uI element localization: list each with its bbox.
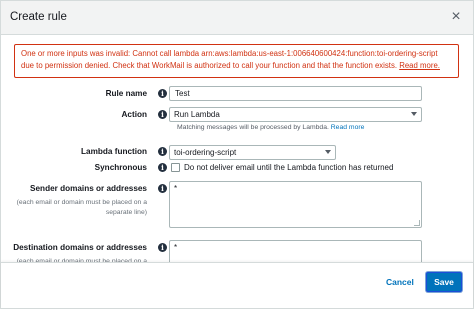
- action-read-more-link[interactable]: Read more: [331, 124, 365, 131]
- synchronous-checkbox-label: Do not deliver email until the Lambda fu…: [184, 163, 394, 172]
- info-icon[interactable]: i: [158, 89, 167, 98]
- synchronous-label: Synchronous: [94, 163, 147, 172]
- sender-domains-label: Sender domains or addresses: [30, 184, 147, 193]
- resize-handle[interactable]: [414, 220, 420, 226]
- lambda-function-selected-value: toi-ordering-script: [174, 148, 237, 157]
- error-read-more-link[interactable]: Read more.: [399, 61, 440, 70]
- action-hint-text: Matching messages will be processed by L…: [177, 124, 329, 131]
- action-selected-value: Run Lambda: [174, 110, 220, 119]
- info-icon[interactable]: i: [158, 184, 167, 193]
- dialog-title: Create rule: [10, 11, 67, 23]
- info-icon[interactable]: i: [158, 163, 167, 172]
- chevron-down-icon: [411, 112, 417, 116]
- dialog-header: Create rule ×: [1, 1, 473, 35]
- create-rule-dialog: Create rule × One or more inputs was inv…: [0, 0, 474, 309]
- lambda-function-label: Lambda function: [81, 147, 147, 156]
- info-icon[interactable]: i: [158, 147, 167, 156]
- error-message: One or more inputs was invalid: Cannot c…: [21, 49, 438, 70]
- dialog-footer: Cancel Save: [1, 262, 473, 308]
- destination-domains-value: *: [174, 243, 178, 252]
- action-hint: Matching messages will be processed by L…: [177, 124, 364, 131]
- info-icon[interactable]: i: [158, 243, 167, 252]
- sender-domains-value: *: [174, 184, 178, 193]
- synchronous-checkbox[interactable]: [171, 163, 180, 172]
- sender-domains-textarea[interactable]: *: [169, 181, 422, 228]
- save-button[interactable]: Save: [426, 272, 462, 292]
- rule-name-input[interactable]: Test: [169, 86, 422, 101]
- chevron-down-icon: [325, 150, 331, 154]
- destination-domains-label: Destination domains or addresses: [13, 243, 147, 252]
- info-icon[interactable]: i: [158, 110, 167, 119]
- error-alert: One or more inputs was invalid: Cannot c…: [14, 44, 459, 78]
- action-select[interactable]: Run Lambda: [169, 107, 422, 122]
- sender-domains-help: (each email or domain must be placed on …: [16, 199, 147, 216]
- close-icon[interactable]: ×: [447, 8, 465, 26]
- action-label: Action: [121, 110, 147, 119]
- rule-name-label: Rule name: [105, 89, 147, 98]
- lambda-function-select[interactable]: toi-ordering-script: [169, 145, 336, 160]
- cancel-button[interactable]: Cancel: [386, 277, 414, 287]
